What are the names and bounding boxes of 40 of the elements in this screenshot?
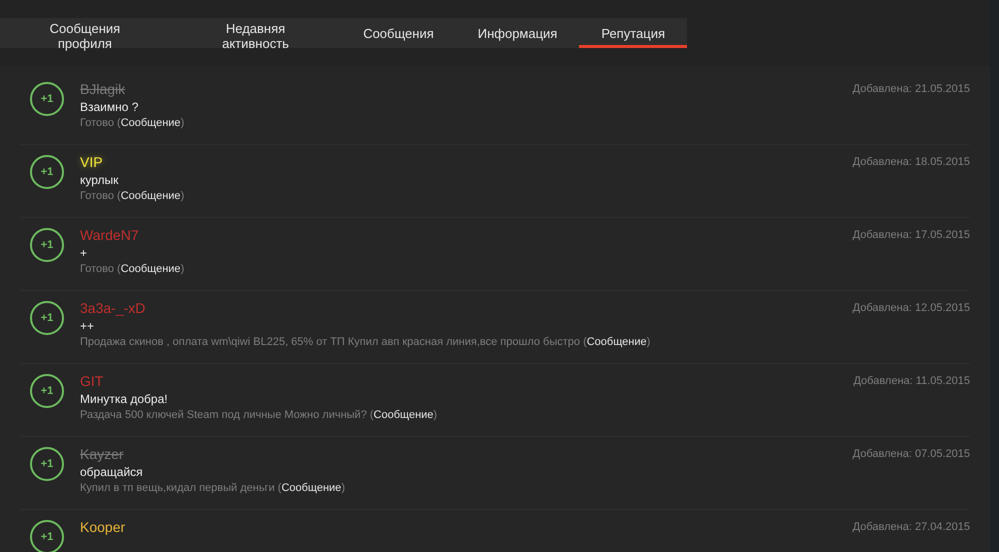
post-note: Готово (Сообщение) — [80, 263, 184, 275]
reputation-badge: +1 — [30, 520, 64, 552]
date-added: Добавлена: 07.05.2015 — [852, 447, 970, 460]
message-link[interactable]: Сообщение — [120, 190, 181, 202]
post-note: Готово (Сообщение) — [80, 190, 184, 202]
comment-text: ++ — [80, 319, 94, 333]
message-link[interactable]: Сообщение — [120, 263, 181, 275]
comment-text: Минутка добра! — [80, 392, 168, 406]
comment-text: + — [80, 246, 88, 260]
date-added: Добавлена: 21.05.2015 — [852, 82, 970, 95]
reputation-badge: +1 — [30, 301, 64, 335]
message-link[interactable]: Сообщение — [120, 117, 181, 129]
tab[interactable]: Репутация — [579, 18, 687, 48]
user-name[interactable]: VIP — [80, 154, 103, 170]
user-name[interactable]: Kayzer — [80, 446, 124, 462]
reputation-badge: +1 — [30, 155, 64, 189]
date-added: Добавлена: 17.05.2015 — [852, 228, 970, 241]
user-name[interactable]: Kooper — [80, 519, 126, 535]
date-added: Добавлена: 18.05.2015 — [852, 155, 970, 168]
message-link[interactable]: Сообщение — [586, 336, 647, 348]
reputation-badge: +1 — [30, 374, 64, 408]
date-added: Добавлена: 12.05.2015 — [852, 301, 970, 314]
comment-text: курлык — [80, 173, 118, 187]
tab[interactable]: Сообщения — [341, 18, 456, 48]
reputation-badge: +1 — [30, 82, 64, 116]
post-note: Раздача 500 ключей Steam под личные Можно личный? (Сообщение) — [80, 409, 438, 421]
post-note: Купил в тп вещь,кидал первый деньги (Сообщение) — [80, 482, 345, 494]
message-link[interactable]: Сообщение — [374, 409, 434, 421]
reputation-badge: +1 — [30, 447, 64, 481]
post-note: Продажа скинов , оплата wm\qiwi BL225, 65% от ТП Купил авп красная линия,все прошло быстро (Сообщение) — [80, 336, 650, 348]
message-link[interactable]: Сообщение — [281, 482, 342, 494]
reputation-badge: +1 — [30, 228, 64, 262]
date-added: Добавлена: 27.04.2015 — [852, 520, 970, 533]
user-name[interactable]: BJlagik — [80, 81, 126, 97]
date-added: Добавлена: 11.05.2015 — [853, 374, 970, 387]
post-note: Готово (Сообщение) — [80, 117, 184, 129]
comment-text: обращайся — [80, 465, 143, 479]
tab[interactable]: Недавняя активность — [170, 18, 342, 48]
comment-text: Взаимно ? — [80, 100, 138, 114]
tab[interactable]: Информация — [456, 18, 580, 48]
